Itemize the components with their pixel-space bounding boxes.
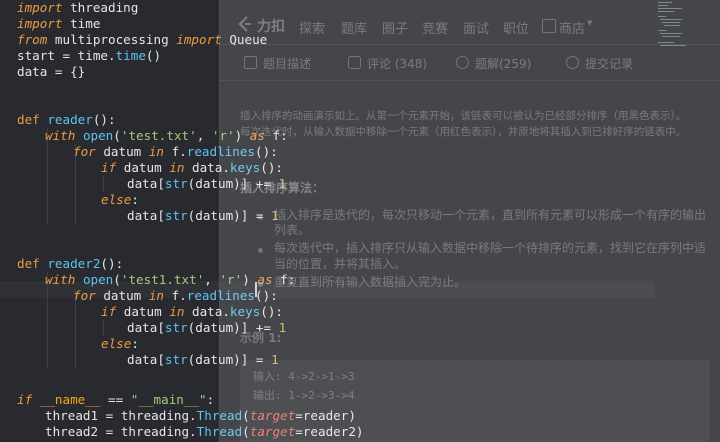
flask-icon xyxy=(456,56,469,69)
bullet-dot xyxy=(258,248,263,253)
example-input: 输入: 4->2->1->3 xyxy=(253,370,355,383)
tab-comments[interactable]: 评论 (348) xyxy=(348,55,427,72)
code-line[interactable]: start = time.time() xyxy=(17,48,161,64)
example-heading: 示例 1: xyxy=(240,331,282,345)
code-line[interactable]: else: xyxy=(101,336,139,352)
document-icon xyxy=(244,56,257,69)
indent-guide xyxy=(103,176,104,192)
store-icon xyxy=(542,19,556,33)
nav-problems[interactable]: 题库 xyxy=(341,18,367,37)
logo-text: 力扣 xyxy=(257,19,285,35)
chevron-down-icon: ▾ xyxy=(587,16,593,29)
code-line[interactable]: data = {} xyxy=(17,64,85,80)
code-line[interactable]: import threading xyxy=(17,0,138,16)
example-output: 输出: 1->2->3->4 xyxy=(253,389,355,402)
leetcode-overlay-window[interactable]: 力扣 探索 题库 圈子 竞赛 面试 职位 商店 ▾ 题目描述 评论 (348) … xyxy=(219,0,720,442)
code-line[interactable]: def reader(): xyxy=(17,112,116,128)
tab-description[interactable]: 题目描述 xyxy=(244,55,311,72)
indent-guide xyxy=(103,320,104,336)
bullet-dot xyxy=(258,282,263,287)
tab-divider xyxy=(220,80,720,81)
tab-solutions[interactable]: 题解(259) xyxy=(456,55,531,72)
leetcode-logo-icon[interactable] xyxy=(236,15,254,33)
code-line[interactable]: import time xyxy=(17,16,100,32)
code-line[interactable]: else: xyxy=(101,192,139,208)
algorithm-heading: 插入排序算法： xyxy=(240,181,325,195)
code-line[interactable]: if __name__ == "__main__": xyxy=(17,392,214,408)
tab-submissions[interactable]: 提交记录 xyxy=(566,55,633,72)
intro-line-2: 每次迭代时，从输入数据中移除一个元素（用红色表示），并原地将其插入到已排好序的链… xyxy=(240,126,687,138)
nav-divider xyxy=(220,44,720,45)
bullet-dot xyxy=(258,215,263,220)
nav-explore[interactable]: 探索 xyxy=(299,18,325,37)
nav-jobs[interactable]: 职位 xyxy=(503,18,529,37)
nav-contest[interactable]: 竞赛 xyxy=(422,18,448,37)
clock-icon xyxy=(566,56,579,69)
comment-icon xyxy=(348,56,361,69)
bullet-text: 插入排序是迭代的，每次只移动一个元素，直到所有元素可以形成一个有序的输出 xyxy=(274,208,707,222)
code-line[interactable]: def reader2(): xyxy=(17,256,123,272)
nav-store[interactable]: 商店 xyxy=(559,18,585,37)
nav-circle[interactable]: 圈子 xyxy=(382,18,408,37)
bullet-text: 重复直到所有输入数据插入完为止。 xyxy=(274,275,467,289)
nav-interview[interactable]: 面试 xyxy=(463,18,489,37)
